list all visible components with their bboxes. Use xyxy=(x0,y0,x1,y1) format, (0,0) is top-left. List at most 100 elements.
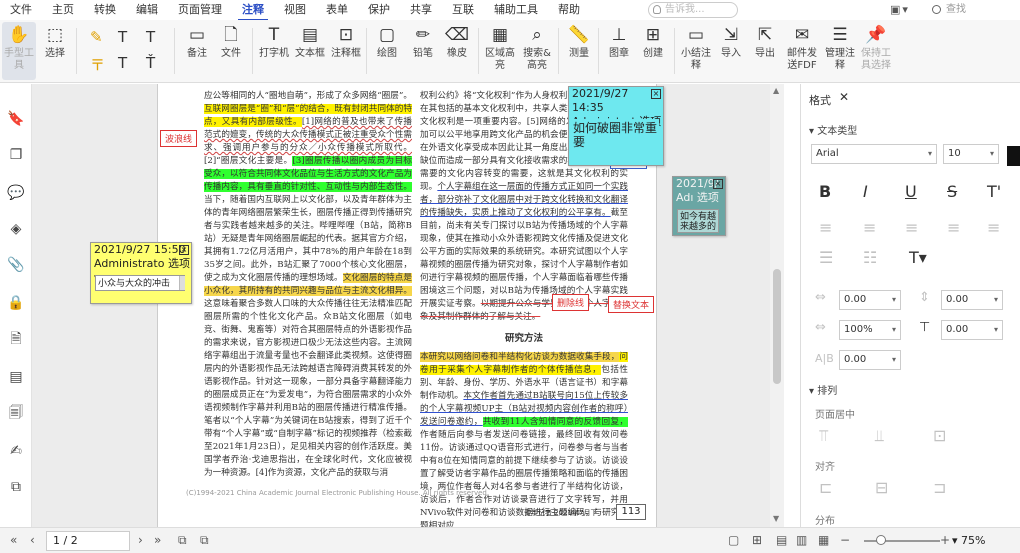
measure-button[interactable]: 📏 测量 xyxy=(564,22,594,80)
close-icon[interactable]: ✕ xyxy=(839,90,849,104)
menu-accessibility[interactable]: 辅助工具 xyxy=(484,0,548,20)
line-spacing-input[interactable]: 0.00 ▾ xyxy=(941,290,1003,310)
last-page-icon[interactable]: » xyxy=(154,533,161,547)
typewriter-button[interactable]: T 打字机 xyxy=(258,22,290,80)
sticky-note-3[interactable]: 2021/9/ × Adı 选项 如今有越来越多的 xyxy=(672,176,726,236)
zoom-in-icon[interactable]: + xyxy=(940,533,950,547)
bold-icon[interactable]: B xyxy=(819,182,831,201)
go-forward-icon[interactable]: ⧉ xyxy=(200,533,209,548)
note-options[interactable]: 选项 xyxy=(168,257,190,270)
menu-file[interactable]: 文件 xyxy=(0,0,42,20)
menu-form[interactable]: 表单 xyxy=(316,0,358,20)
import-button[interactable]: ⇲ 导入 xyxy=(716,22,746,80)
horizontal-scale-input[interactable]: 100% ▾ xyxy=(839,320,901,340)
security-icon[interactable]: 🔒 xyxy=(7,294,25,312)
destination-icon[interactable]: 🗐 xyxy=(7,404,25,422)
select-button[interactable]: ⬚ 选择 xyxy=(40,22,70,80)
justify-all-icon[interactable]: ≡ xyxy=(987,218,1000,237)
zoom-level[interactable]: ▾ 75% xyxy=(952,534,985,547)
menu-edit[interactable]: 编辑 xyxy=(126,0,168,20)
text-color-swatch[interactable] xyxy=(1007,146,1020,166)
stamp-button[interactable]: ⊥ 图章 xyxy=(604,22,634,80)
menu-share[interactable]: 共享 xyxy=(400,0,442,20)
align-right-icon[interactable]: ≡ xyxy=(905,218,918,237)
center-vertical-icon[interactable]: ⫫ xyxy=(875,426,884,446)
hand-tool-button[interactable]: ✋ 手型工具 xyxy=(2,22,36,80)
manage-comments-button[interactable]: ☰ 管理注释 xyxy=(824,22,856,80)
compare-icon[interactable]: ⧉ xyxy=(7,478,25,496)
attachment-icon[interactable]: 📎 xyxy=(7,256,25,274)
file-attach-button[interactable]: 🗋 文件 xyxy=(216,22,246,80)
go-back-icon[interactable]: ⧉ xyxy=(178,533,187,548)
strikeout-icon[interactable]: 〒 xyxy=(90,54,105,75)
prev-page-icon[interactable]: ‹ xyxy=(30,533,35,547)
document-scrollbar[interactable]: ▲ ▼ xyxy=(770,84,784,527)
continuous-facing-icon[interactable]: ▦ xyxy=(818,533,829,547)
center-both-icon[interactable]: ⊡ xyxy=(933,426,946,445)
underline-text-icon[interactable]: T xyxy=(118,28,127,46)
paragraph-spacing-input[interactable]: 0.00 ▾ xyxy=(941,320,1003,340)
tell-me-input[interactable]: 告诉我... xyxy=(648,2,738,18)
squiggly-text-icon[interactable]: T xyxy=(146,28,155,46)
close-icon[interactable]: × xyxy=(179,245,189,255)
italic-icon[interactable]: I xyxy=(863,182,868,201)
bookmark-icon[interactable]: 🔖 xyxy=(7,110,25,128)
note-body[interactable]: 小众与大众的冲击 xyxy=(95,275,185,291)
page-number-input[interactable]: 1 / 2 xyxy=(46,531,130,551)
highlight-icon[interactable]: ✎ xyxy=(90,28,103,46)
superscript-icon[interactable]: T' xyxy=(987,182,1001,201)
next-page-icon[interactable]: › xyxy=(138,533,143,547)
email-fdf-button[interactable]: ✉ 邮件发送FDF xyxy=(784,22,820,80)
drawing-button[interactable]: ▢ 绘图 xyxy=(372,22,402,80)
font-size-select[interactable]: 10 ▾ xyxy=(943,144,999,164)
menu-view[interactable]: 视图 xyxy=(274,0,316,20)
pencil-button[interactable]: ✏ 铅笔 xyxy=(408,22,438,80)
zoom-slider-knob[interactable] xyxy=(876,535,886,545)
strikethrough-icon[interactable]: S xyxy=(947,182,957,201)
align-right-edge-icon[interactable]: ⊐ xyxy=(933,478,946,497)
font-family-select[interactable]: Arial ▾ xyxy=(811,144,937,164)
continuous-page-icon[interactable]: ▤ xyxy=(776,533,787,547)
callout-wavy[interactable]: 波浪线 xyxy=(160,130,198,147)
textbox-button[interactable]: ▤ 文本框 xyxy=(294,22,326,80)
numbered-list-icon[interactable]: ☷ xyxy=(863,248,877,267)
layout-icon[interactable]: ▣▾ xyxy=(890,3,910,16)
callout-replace[interactable]: 替换文本 xyxy=(608,296,655,313)
align-center-icon[interactable]: ≡ xyxy=(863,218,876,237)
baseline-shift-input[interactable]: 0.00 ▾ xyxy=(839,350,901,370)
justify-icon[interactable]: ≡ xyxy=(947,218,960,237)
menu-help[interactable]: 帮助 xyxy=(548,0,590,20)
menu-protect[interactable]: 保护 xyxy=(358,0,400,20)
eraser-button[interactable]: ⌫ 橡皮 xyxy=(442,22,472,80)
export-button[interactable]: ⇱ 导出 xyxy=(750,22,780,80)
menu-connect[interactable]: 互联 xyxy=(442,0,484,20)
close-icon[interactable]: × xyxy=(651,89,661,99)
facing-page-icon[interactable]: ▥ xyxy=(796,533,807,547)
sticky-note-1[interactable]: 2021/9/27 15:50 × Administrato 选项 ▾ 小众与大… xyxy=(90,242,192,304)
sticky-note-2[interactable]: 2021/9/27 14:35 × Administrat 选项 ▾ 如何破圈非… xyxy=(568,86,664,166)
signature-doc-icon[interactable]: 🗎 xyxy=(7,330,25,348)
char-spacing-input[interactable]: 0.00 ▾ xyxy=(839,290,901,310)
scroll-down-icon[interactable]: ▼ xyxy=(773,514,779,523)
menu-comment[interactable]: 注释 xyxy=(232,0,274,21)
insert-text-icon[interactable]: Ť xyxy=(146,54,155,72)
area-highlight-button[interactable]: ▦ 区域高亮 xyxy=(484,22,516,80)
layers-icon[interactable]: ◈ xyxy=(7,220,25,238)
create-stamp-button[interactable]: ⊞ 创建 xyxy=(638,22,668,80)
form-fields-icon[interactable]: ▤ xyxy=(7,368,25,386)
menu-convert[interactable]: 转换 xyxy=(84,0,126,20)
search-highlight-button[interactable]: ⌕ 搜索&高亮 xyxy=(520,22,554,80)
replace-text-icon[interactable]: T xyxy=(118,54,127,72)
note-body[interactable]: 如何破圈非常重要 xyxy=(571,119,659,163)
bullet-list-icon[interactable]: ☰ xyxy=(819,248,833,267)
callout-strikeout[interactable]: 删除线 xyxy=(552,294,590,311)
align-horizontal-center-icon[interactable]: ⊟ xyxy=(875,478,888,497)
text-direction-icon[interactable]: T▾ xyxy=(909,248,927,267)
scroll-thumb[interactable] xyxy=(773,269,781,384)
align-left-icon[interactable]: ≡ xyxy=(819,218,832,237)
comment-icon[interactable]: 💬 xyxy=(7,184,25,202)
zoom-out-icon[interactable]: − xyxy=(840,533,850,547)
note-body[interactable]: 如今有越来越多的 xyxy=(677,209,719,233)
keep-tool-button[interactable]: 📌 保持工具选择 xyxy=(858,22,894,80)
search-input[interactable]: 查找 xyxy=(930,2,1016,18)
